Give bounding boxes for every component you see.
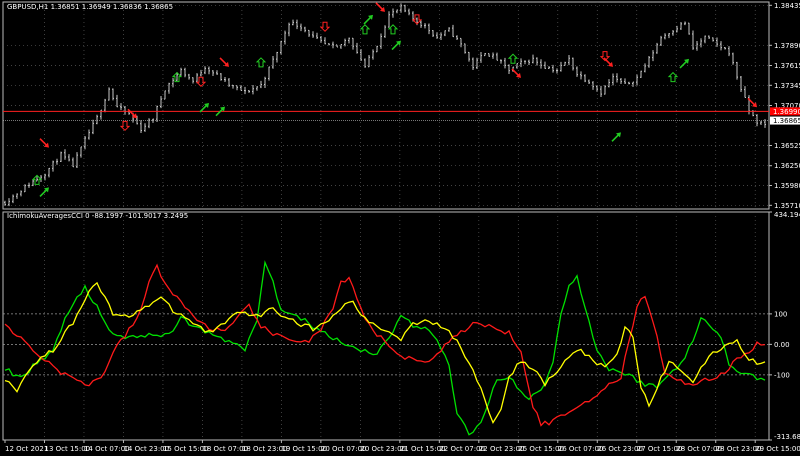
- cci-line-0: [4, 260, 766, 436]
- price-level-lines: [3, 110, 769, 121]
- chart-canvas[interactable]: 1.384351.378901.376151.373451.370701.365…: [0, 0, 800, 456]
- price-tick-label: 1.36525: [774, 142, 800, 150]
- indicator-tick-label: 0.00: [774, 341, 790, 349]
- time-tick-label: 29 Oct 15:00: [755, 445, 800, 453]
- time-tick-label: 12 Oct 2021: [5, 445, 48, 453]
- chart-title: GBPUSD,H1 1.36851 1.36949 1.36836 1.3686…: [7, 3, 173, 11]
- current-price-label: 1.36865: [773, 117, 800, 125]
- indicator-tick-label: -100: [774, 371, 790, 379]
- grid-lines: [3, 2, 769, 440]
- indicator-tick-label: 100: [774, 310, 787, 318]
- hollow-up-arrow-icon: [507, 53, 519, 64]
- indicator-tick-label: -313.6829: [774, 433, 800, 441]
- indicator-title: IchimokuAveragesCCI 0 -88.1997 -101.9017…: [7, 212, 188, 220]
- hollow-down-arrow-icon: [319, 21, 331, 32]
- price-tick-label: 1.38435: [774, 2, 800, 10]
- price-tick-label: 1.37345: [774, 82, 800, 90]
- hollow-up-arrow-icon: [387, 24, 399, 35]
- price-tick-label: 1.35710: [774, 202, 800, 210]
- hollow-down-arrow-icon: [195, 76, 207, 87]
- axis-labels: 1.384351.378901.376151.373451.370701.365…: [4, 2, 800, 453]
- hollow-down-arrow-icon: [119, 120, 131, 132]
- indicator-tick-label: 434.1945: [774, 211, 800, 219]
- indicator-lines[interactable]: [4, 260, 766, 436]
- price-tick-label: 1.37615: [774, 62, 800, 70]
- chart-frame: [2, 1, 770, 441]
- candlestick-series[interactable]: [4, 3, 766, 207]
- main-window-border: [2, 1, 770, 210]
- price-tick-label: 1.35980: [774, 182, 800, 190]
- red-price-label: 1.36990: [773, 108, 800, 116]
- hollow-up-arrow-icon: [667, 71, 679, 83]
- price-tick-label: 1.37890: [774, 42, 800, 50]
- cci-line-2: [4, 281, 766, 425]
- hollow-up-arrow-icon: [359, 24, 371, 35]
- price-tick-label: 1.36250: [774, 162, 800, 170]
- signal-arrows: [31, 2, 757, 197]
